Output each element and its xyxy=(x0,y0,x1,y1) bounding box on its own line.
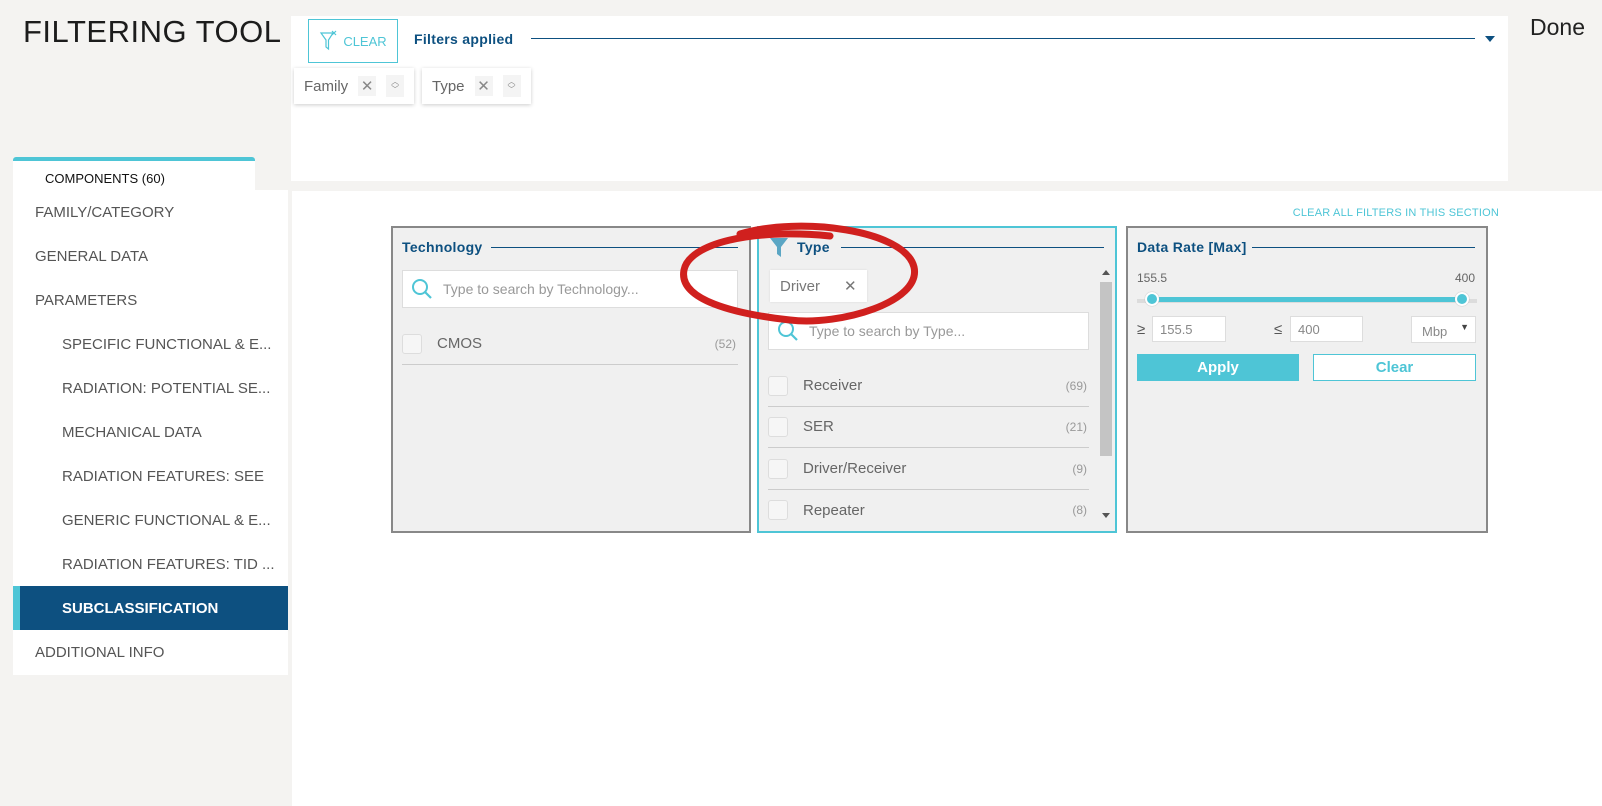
range-slider-max-handle[interactable] xyxy=(1455,292,1469,306)
filters-applied-label: Filters applied xyxy=(414,31,514,47)
list-item[interactable]: Repeater (8) xyxy=(768,489,1089,531)
list-item-label: Receiver xyxy=(803,377,863,394)
filter-chip-label: Family xyxy=(304,77,349,95)
sidebar-item-radiation-tid[interactable]: RADIATION FEATURES: TID ... xyxy=(13,542,288,586)
technology-search-placeholder: Type to search by Technology... xyxy=(443,281,639,297)
sidebar-item-specific-functional[interactable]: SPECIFIC FUNCTIONAL & E... xyxy=(13,322,288,366)
scroll-down-arrow[interactable] xyxy=(1102,513,1110,518)
close-icon[interactable]: ✕ xyxy=(358,76,377,96)
sidebar-item-mechanical-data[interactable]: MECHANICAL DATA xyxy=(13,410,288,454)
list-item-label: CMOS xyxy=(437,335,482,352)
list-item-label: Driver/Receiver xyxy=(803,460,907,477)
technology-search-input[interactable]: Type to search by Technology... xyxy=(402,270,738,308)
done-button[interactable]: Done xyxy=(1530,14,1585,41)
range-slider-min-handle[interactable] xyxy=(1145,292,1159,306)
list-item-count: (9) xyxy=(1072,461,1087,476)
search-icon xyxy=(778,321,798,341)
list-item-label: SER xyxy=(803,418,834,435)
data-rate-filter-box: Data Rate [Max] 155.5 400 ≥ 155.5 ≤ 400 … xyxy=(1126,226,1488,533)
filter-chip-type[interactable]: Type ✕ ︿ ﹀ xyxy=(422,68,531,104)
list-item-label: Repeater xyxy=(803,501,865,519)
gte-symbol: ≥ xyxy=(1137,321,1146,338)
scrollbar-thumb[interactable] xyxy=(1100,282,1112,456)
title-divider xyxy=(491,247,738,248)
sidebar-item-general-data[interactable]: GENERAL DATA xyxy=(13,234,288,278)
unit-value: Mbp xyxy=(1422,324,1448,339)
sidebar-item-subclassification[interactable]: SUBCLASSIFICATION xyxy=(13,586,288,630)
selected-type-label: Driver xyxy=(780,277,820,295)
filter-clear-icon xyxy=(320,30,337,51)
list-item-count: (52) xyxy=(714,336,736,351)
lte-symbol: ≤ xyxy=(1274,321,1283,338)
scroll-up-arrow[interactable] xyxy=(1102,270,1110,275)
chevron-down-icon[interactable] xyxy=(1485,36,1495,42)
title-divider xyxy=(1252,247,1475,248)
list-item[interactable]: Receiver (69) xyxy=(768,365,1089,407)
clear-filters-button[interactable]: CLEAR xyxy=(308,19,398,63)
sidebar-item-radiation-see[interactable]: RADIATION FEATURES: SEE xyxy=(13,454,288,498)
tab-components[interactable]: COMPONENTS (60) xyxy=(13,157,255,190)
sort-down-glyph: ﹀ xyxy=(507,85,516,94)
technology-filter-box: Technology Type to search by Technology.… xyxy=(391,226,751,533)
list-item[interactable]: CMOS (52) xyxy=(402,323,738,365)
checkbox[interactable] xyxy=(402,333,422,354)
min-value-input[interactable]: 155.5 xyxy=(1152,316,1226,342)
type-filter-box: Type Driver ✕ Type to search by Type... … xyxy=(757,226,1117,533)
clear-range-button[interactable]: Clear xyxy=(1313,354,1476,381)
apply-button[interactable]: Apply xyxy=(1137,354,1299,381)
type-search-placeholder: Type to search by Type... xyxy=(809,323,966,339)
filter-icon xyxy=(770,238,788,257)
search-icon xyxy=(412,279,432,299)
checkbox[interactable] xyxy=(768,458,788,479)
type-title: Type xyxy=(797,239,830,255)
main-panel: CLEAR ALL FILTERS IN THIS SECTION Techno… xyxy=(292,191,1602,806)
list-item[interactable]: SER (21) xyxy=(768,406,1089,448)
filter-chip-family[interactable]: Family ✕ ︿ ﹀ xyxy=(294,68,415,104)
list-item-count: (8) xyxy=(1072,503,1087,517)
app-title: FILTERING TOOL xyxy=(23,14,282,49)
sidebar: FAMILY/CATEGORY GENERAL DATA PARAMETERS … xyxy=(13,190,288,675)
checkbox[interactable] xyxy=(768,500,788,520)
data-rate-title: Data Rate [Max] xyxy=(1137,239,1247,255)
filter-chip-label: Type xyxy=(432,77,465,95)
checkbox[interactable] xyxy=(768,375,788,396)
sidebar-item-radiation-potential[interactable]: RADIATION: POTENTIAL SE... xyxy=(13,366,288,410)
clear-filters-label: CLEAR xyxy=(343,33,387,49)
range-max-label: 400 xyxy=(1454,271,1475,285)
max-value-input[interactable]: 400 xyxy=(1290,316,1363,342)
sort-down-glyph: ﹀ xyxy=(391,85,400,94)
sidebar-item-additional-info[interactable]: ADDITIONAL INFO xyxy=(13,630,288,674)
sort-icon[interactable]: ︿ ﹀ xyxy=(502,75,521,97)
dropdown-arrow-icon: ▼ xyxy=(1460,322,1469,332)
close-icon[interactable]: ✕ xyxy=(844,277,857,295)
range-slider-fill xyxy=(1152,297,1462,302)
close-icon[interactable]: ✕ xyxy=(474,76,493,96)
title-divider xyxy=(841,247,1104,248)
sidebar-item-family-category[interactable]: FAMILY/CATEGORY xyxy=(13,190,288,234)
sort-icon[interactable]: ︿ ﹀ xyxy=(386,75,405,97)
filters-divider xyxy=(531,38,1475,39)
unit-select[interactable]: Mbp ▼ xyxy=(1411,316,1476,343)
list-item-count: (69) xyxy=(1065,378,1087,393)
sidebar-item-generic-functional[interactable]: GENERIC FUNCTIONAL & E... xyxy=(13,498,288,542)
selected-type-chip[interactable]: Driver ✕ xyxy=(770,270,867,302)
sidebar-item-parameters[interactable]: PARAMETERS xyxy=(13,278,288,322)
type-search-input[interactable]: Type to search by Type... xyxy=(768,312,1089,350)
technology-title: Technology xyxy=(402,239,483,255)
filters-applied-panel: CLEAR Filters applied Family ✕ ︿ ﹀ Type ✕… xyxy=(291,16,1508,181)
clear-all-section-link[interactable]: CLEAR ALL FILTERS IN THIS SECTION xyxy=(1293,207,1499,219)
range-min-label: 155.5 xyxy=(1137,271,1168,285)
list-item-count: (21) xyxy=(1065,419,1087,434)
checkbox[interactable] xyxy=(768,416,788,437)
list-item[interactable]: Driver/Receiver (9) xyxy=(768,448,1089,490)
